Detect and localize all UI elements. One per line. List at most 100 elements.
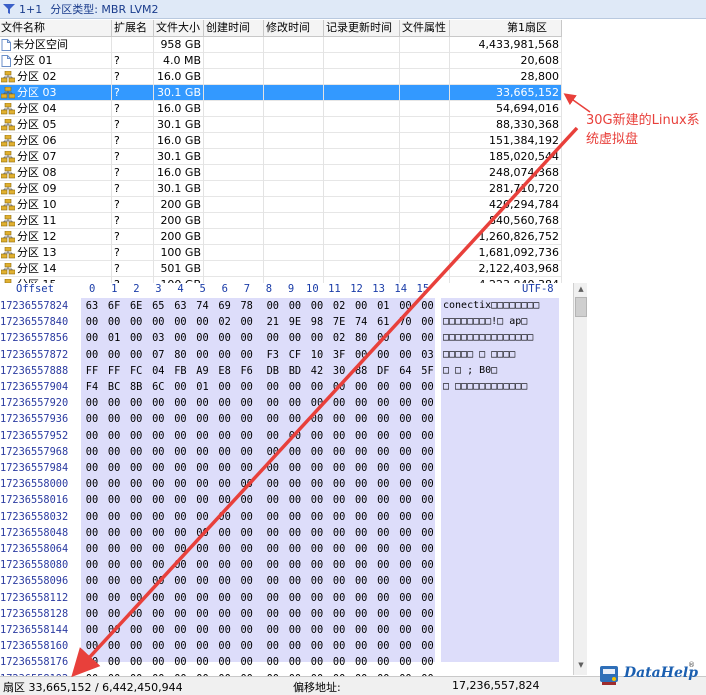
hex-byte[interactable]: 5F (419, 363, 437, 379)
hex-byte[interactable]: 00 (149, 525, 167, 541)
hex-byte[interactable]: 00 (308, 509, 326, 525)
partition-row[interactable]: 分区 06? 16.0 GB 151,384,192 (0, 133, 562, 149)
hex-byte[interactable]: 00 (149, 314, 167, 330)
hex-text[interactable]: □ □ ; B0□ (443, 363, 497, 379)
hex-byte[interactable]: 00 (330, 395, 348, 411)
hex-byte[interactable]: 00 (105, 509, 123, 525)
hex-byte[interactable]: 00 (194, 557, 212, 573)
hex-byte[interactable]: 00 (374, 460, 392, 476)
hex-byte[interactable]: 00 (374, 541, 392, 557)
hex-byte[interactable]: 00 (352, 476, 370, 492)
hex-byte[interactable]: 00 (194, 347, 212, 363)
hex-byte[interactable]: 63 (171, 298, 189, 314)
hex-byte[interactable]: 00 (352, 395, 370, 411)
hex-byte[interactable]: BC (105, 379, 123, 395)
hex-byte[interactable]: 00 (238, 476, 256, 492)
hex-byte[interactable]: 00 (127, 509, 145, 525)
hex-byte[interactable]: 00 (330, 606, 348, 622)
hex-byte[interactable]: FF (83, 363, 101, 379)
hex-byte[interactable]: 00 (374, 347, 392, 363)
hex-byte[interactable]: 00 (194, 411, 212, 427)
hex-byte[interactable]: 00 (308, 395, 326, 411)
hex-byte[interactable]: 00 (83, 509, 101, 525)
hex-byte[interactable]: 00 (419, 525, 437, 541)
hex-byte[interactable]: 01 (194, 379, 212, 395)
column-header-3[interactable]: 创建时间 (204, 20, 264, 37)
hex-byte[interactable]: 00 (264, 379, 282, 395)
partition-row[interactable]: 分区 04? 16.0 GB 54,694,016 (0, 101, 562, 117)
hex-byte[interactable]: 03 (149, 330, 167, 346)
hex-byte[interactable]: FC (127, 363, 145, 379)
filter-icon[interactable] (3, 3, 15, 15)
hex-byte[interactable]: 00 (171, 525, 189, 541)
hex-byte[interactable]: 00 (264, 492, 282, 508)
hex-byte[interactable]: 00 (238, 509, 256, 525)
hex-byte[interactable]: 00 (127, 330, 145, 346)
hex-byte[interactable]: 00 (396, 347, 414, 363)
hex-byte[interactable]: 00 (171, 622, 189, 638)
hex-byte[interactable]: 00 (105, 525, 123, 541)
hex-row[interactable]: 17236557904 F4 BC 8B 6C 00 01 00 00 00 00 00 00 00 00 0… (0, 379, 572, 395)
hex-text[interactable]: □□□□□ □ □□□□ (443, 347, 515, 363)
hex-byte[interactable]: 00 (238, 606, 256, 622)
hex-byte[interactable]: 80 (352, 330, 370, 346)
column-header-2[interactable]: 文件大小 (154, 20, 204, 37)
hex-byte[interactable]: 00 (216, 444, 234, 460)
hex-byte[interactable]: 00 (216, 557, 234, 573)
hex-byte[interactable]: 00 (352, 638, 370, 654)
hex-byte[interactable]: 00 (352, 379, 370, 395)
hex-byte[interactable]: 00 (352, 573, 370, 589)
hex-byte[interactable]: CF (286, 347, 304, 363)
scroll-down-icon[interactable]: ▼ (574, 659, 588, 672)
hex-byte[interactable]: 00 (352, 525, 370, 541)
hex-row[interactable]: 17236558112 00 00 00 00 00 00 00 00 00 00 00 00 00 00 0… (0, 590, 572, 606)
hex-byte[interactable]: 63 (83, 298, 101, 314)
hex-byte[interactable]: 00 (374, 492, 392, 508)
hex-byte[interactable]: 00 (308, 606, 326, 622)
hex-byte[interactable]: 00 (330, 654, 348, 670)
hex-byte[interactable]: 00 (419, 638, 437, 654)
hex-row[interactable]: 17236557888 FF FF FC 04 FB A9 E8 F6 DB BD 42 30 88 DF 6… (0, 363, 572, 379)
hex-byte[interactable]: 00 (194, 492, 212, 508)
hex-row[interactable]: 17236557872 00 00 00 07 80 00 00 00 F3 CF 10 3F 00 00 0… (0, 347, 572, 363)
hex-byte[interactable]: F4 (83, 379, 101, 395)
partition-row[interactable]: 分区 03? 30.1 GB 33,665,152 (0, 85, 562, 101)
hex-byte[interactable]: 00 (171, 314, 189, 330)
hex-byte[interactable]: 00 (374, 638, 392, 654)
hex-byte[interactable]: 00 (419, 476, 437, 492)
hex-byte[interactable]: 00 (127, 460, 145, 476)
hex-byte[interactable]: 00 (264, 606, 282, 622)
hex-byte[interactable]: 00 (308, 411, 326, 427)
hex-byte[interactable]: 00 (149, 654, 167, 670)
hex-row[interactable]: 17236557968 00 00 00 00 00 00 00 00 00 00 00 00 00 00 0… (0, 444, 572, 460)
hex-byte[interactable]: 00 (194, 654, 212, 670)
partition-row[interactable]: 分区 05? 30.1 GB 88,330,368 (0, 117, 562, 133)
hex-byte[interactable]: 00 (171, 590, 189, 606)
hex-byte[interactable]: 00 (149, 557, 167, 573)
hex-byte[interactable]: 00 (238, 590, 256, 606)
hex-byte[interactable]: 01 (374, 298, 392, 314)
hex-byte[interactable]: 00 (264, 476, 282, 492)
hex-byte[interactable]: 00 (216, 476, 234, 492)
hex-byte[interactable]: 00 (149, 476, 167, 492)
hex-byte[interactable]: DF (374, 363, 392, 379)
hex-byte[interactable]: 00 (216, 330, 234, 346)
hex-byte[interactable]: 00 (419, 557, 437, 573)
hex-byte[interactable]: 00 (127, 541, 145, 557)
hex-byte[interactable]: 00 (149, 428, 167, 444)
hex-byte[interactable]: 00 (238, 638, 256, 654)
hex-byte[interactable]: 00 (374, 395, 392, 411)
hex-byte[interactable]: 00 (105, 314, 123, 330)
hex-byte[interactable]: 00 (216, 638, 234, 654)
hex-byte[interactable]: 00 (127, 347, 145, 363)
hex-byte[interactable]: 00 (286, 476, 304, 492)
hex-byte[interactable]: 00 (216, 606, 234, 622)
hex-byte[interactable]: 00 (264, 509, 282, 525)
hex-byte[interactable]: 00 (194, 460, 212, 476)
hex-byte[interactable]: 00 (264, 622, 282, 638)
hex-byte[interactable]: 00 (286, 492, 304, 508)
hex-byte[interactable]: 00 (419, 444, 437, 460)
hex-byte[interactable]: 00 (308, 622, 326, 638)
hex-byte[interactable]: 00 (396, 379, 414, 395)
hex-text[interactable]: □□□□□□□□!□ ap□ (443, 314, 527, 330)
